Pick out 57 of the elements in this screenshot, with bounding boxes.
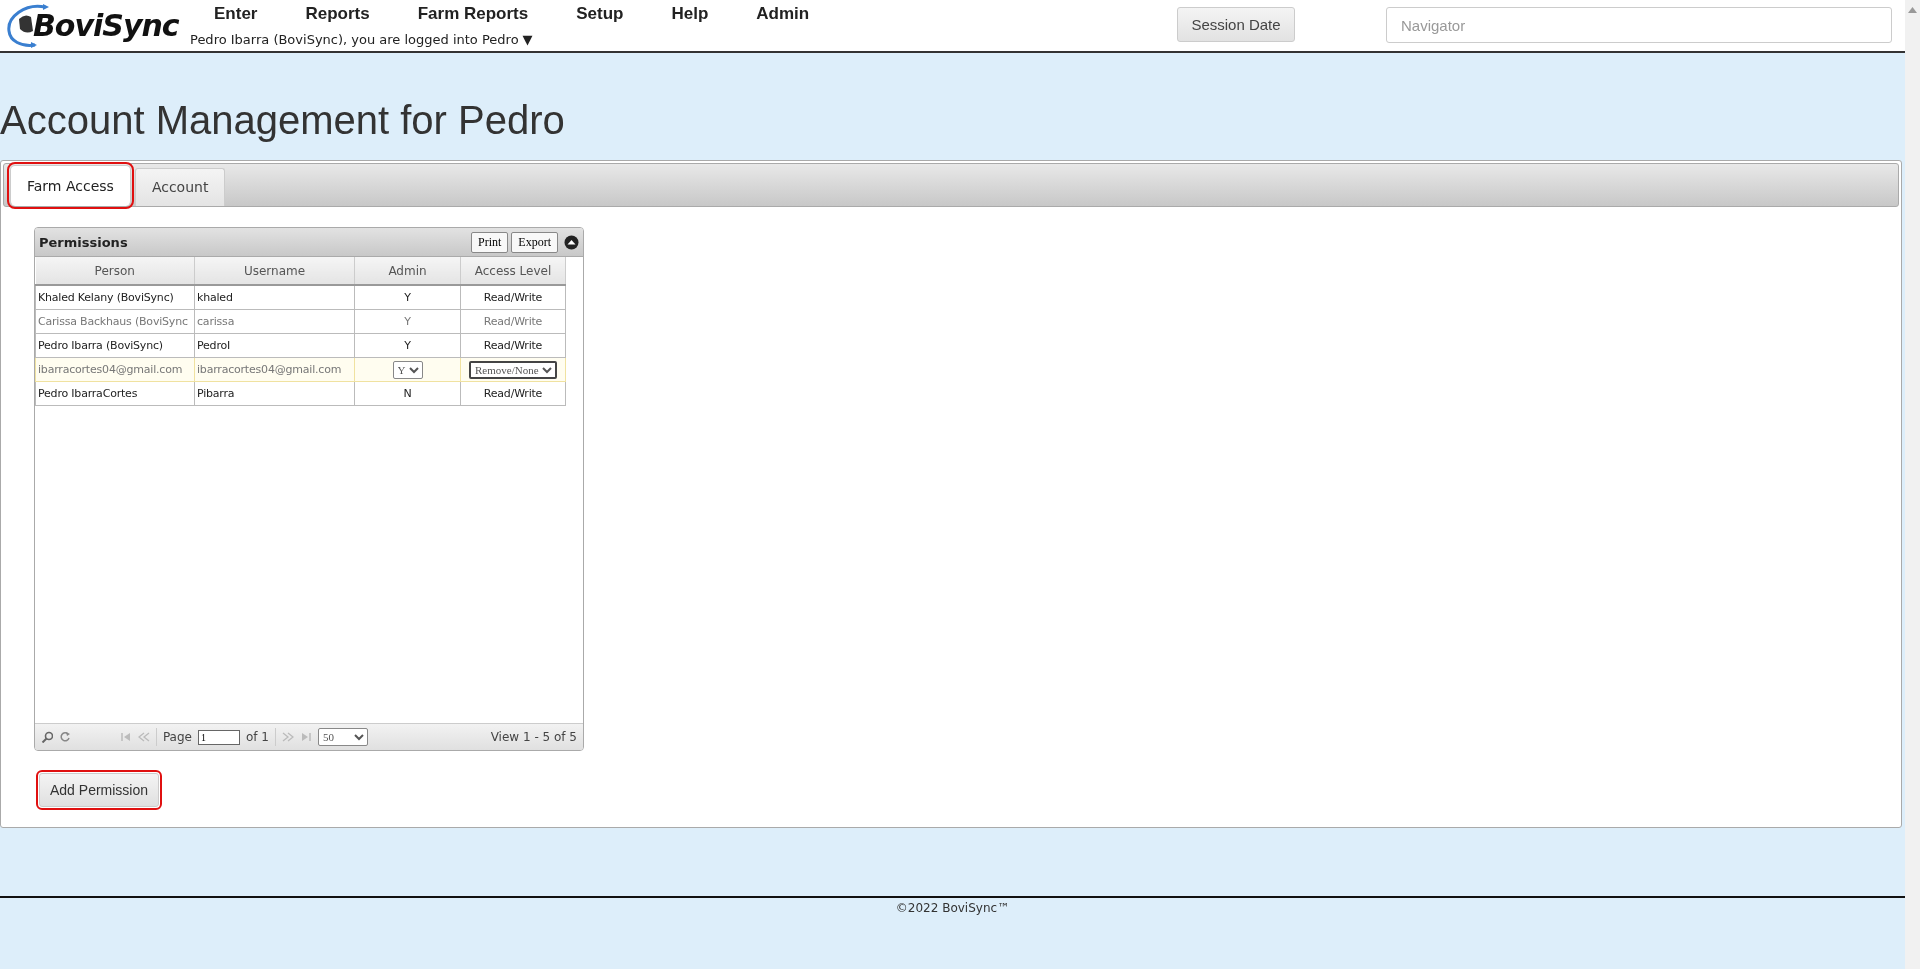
grid-title: Permissions [39, 234, 129, 250]
table-cell: Pedro Ibarra (BoviSync) [35, 333, 195, 358]
menu-item[interactable]: Farm Reports [393, 4, 553, 24]
menu-item[interactable]: Help [647, 4, 733, 24]
table-cell: Read/Write [460, 309, 566, 334]
column-header[interactable]: Access Level [460, 257, 566, 285]
column-header[interactable]: Username [194, 257, 355, 285]
last-page-icon[interactable] [299, 731, 312, 743]
table-cell: Y [354, 309, 461, 334]
admin-select[interactable]: Y [392, 360, 423, 379]
record-count: View 1 - 5 of 5 [490, 730, 577, 744]
table-cell: khaled [194, 285, 355, 310]
menu-item[interactable]: Admin [732, 4, 834, 24]
column-header[interactable]: Admin [354, 257, 461, 285]
table-cell: Khaled Kelany (BoviSync) [35, 285, 195, 310]
table-cell: ibarracortes04@gmail.com [35, 357, 195, 382]
table-cell: Y [354, 333, 461, 358]
copyright-text: ©2022 BoviSync™ [894, 900, 1011, 915]
table-cell: Y [354, 285, 461, 310]
session-date-button[interactable]: Session Date [1177, 7, 1295, 42]
page-size-select[interactable]: 50 [317, 728, 368, 746]
logo-text[interactable]: BoviSync [33, 7, 179, 43]
scroll-up-icon[interactable] [1908, 7, 1917, 13]
table-cell: N [354, 381, 461, 406]
table-cell: Read/Write [460, 381, 566, 406]
menu-item[interactable]: Setup [552, 4, 648, 24]
tab[interactable]: Farm Access [10, 165, 131, 206]
farm-dropdown-caret[interactable]: ▼ [522, 32, 533, 47]
access-level-select[interactable]: Remove/None [469, 360, 557, 379]
table-cell: Pedro IbarraCortes [35, 381, 195, 406]
refresh-icon[interactable] [59, 731, 71, 743]
collapse-icon[interactable] [564, 234, 579, 250]
previous-page-icon[interactable] [137, 731, 150, 743]
table-cell: Read/Write [460, 333, 566, 358]
grid-toolbar-button[interactable]: Export [511, 231, 558, 253]
table-cell: PedroI [194, 333, 355, 358]
page-count: of 1 [245, 730, 269, 744]
table-cell: Carissa Backhaus (BoviSync [35, 309, 195, 334]
table-cell: ibarracortes04@gmail.com [194, 357, 355, 382]
menu-item[interactable]: Reports [281, 4, 394, 24]
menu-item[interactable]: Enter [190, 4, 282, 24]
tab[interactable]: Account [134, 168, 226, 206]
login-note: Pedro Ibarra (BoviSync), you are logged into Pedro [190, 32, 519, 47]
table-cell: Read/Write [460, 285, 566, 310]
grid-toolbar-button[interactable]: Print [471, 231, 509, 253]
page-number-field[interactable]: 1 [197, 729, 240, 745]
page-title: Account Management for Pedro [0, 98, 566, 144]
table-cell: Pibarra [194, 381, 355, 406]
first-page-icon[interactable] [119, 731, 132, 743]
table-cell: carissa [194, 309, 355, 334]
add-permission-button[interactable]: Add Permission [39, 773, 160, 807]
page-label: Page [162, 730, 192, 744]
column-header[interactable]: Person [35, 257, 195, 285]
next-page-icon[interactable] [281, 731, 294, 743]
navigator-field[interactable]: Navigator [1386, 7, 1892, 43]
search-icon[interactable] [41, 731, 53, 743]
scrollbar[interactable] [1905, 0, 1920, 969]
